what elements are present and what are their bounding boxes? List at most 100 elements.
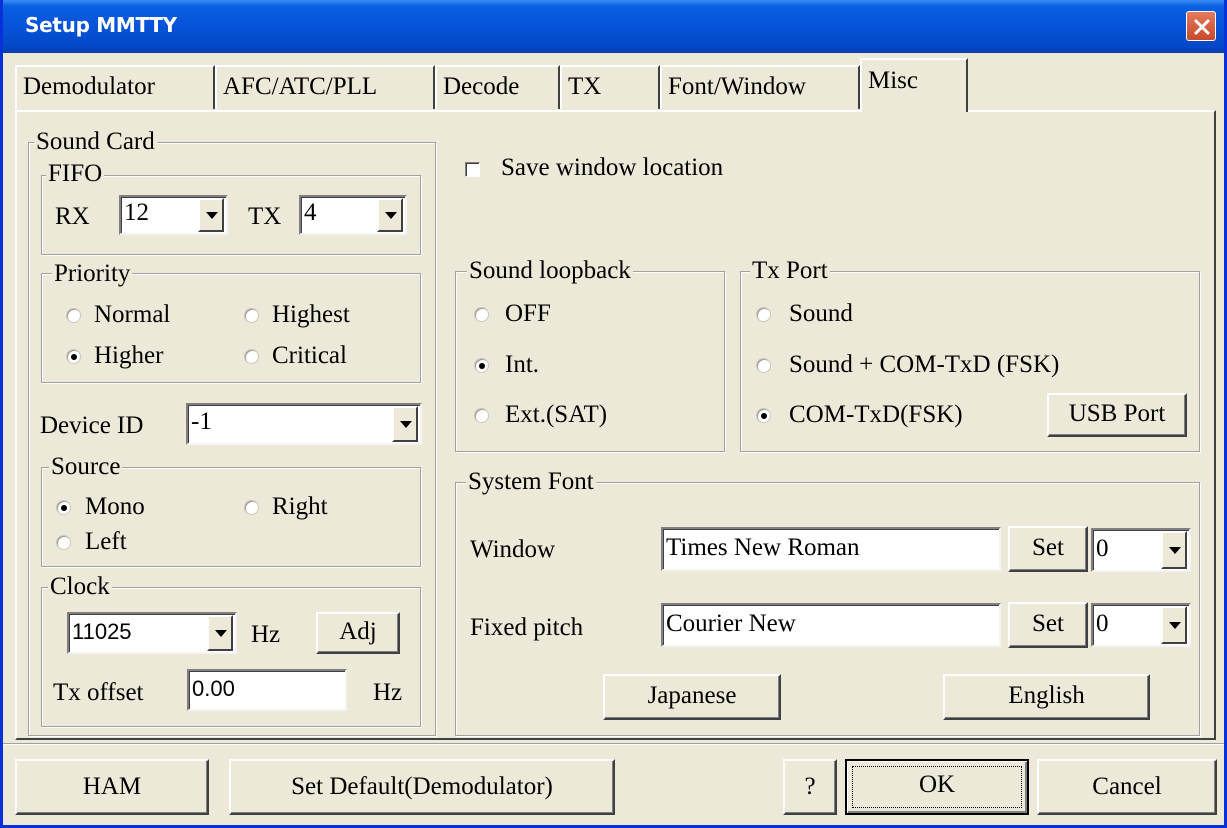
tx-fifo-select[interactable]: 4 <box>299 195 407 235</box>
source-left-radio[interactable] <box>56 535 71 550</box>
clock-title: Clock <box>48 573 112 600</box>
tx-port-sound-com-radio[interactable] <box>756 358 771 373</box>
sound-loopback-title: Sound loopback <box>467 257 633 284</box>
tab-afc-atc-pll[interactable]: AFC/ATC/PLL <box>215 65 435 109</box>
priority-highest-radio[interactable] <box>244 308 259 323</box>
close-button[interactable] <box>1186 11 1216 41</box>
clock-unit: Hz <box>251 621 281 648</box>
tx-port-sound-com-label[interactable]: Sound + COM-TxD (FSK) <box>789 351 1059 379</box>
tab-tx[interactable]: TX <box>560 65 660 109</box>
tx-port-sound-label[interactable]: Sound <box>789 300 853 328</box>
save-window-location-label[interactable]: Save window location <box>501 154 723 182</box>
set-label: Set <box>1032 610 1064 637</box>
loopback-off-label[interactable]: OFF <box>505 300 551 328</box>
tx-fifo-value: 4 <box>304 199 317 226</box>
chevron-down-icon[interactable] <box>392 406 418 442</box>
fixed-font-input[interactable]: Courier New <box>661 603 1001 647</box>
tab-demodulator[interactable]: Demodulator <box>15 65 215 109</box>
set-default-button[interactable]: Set Default(Demodulator) <box>229 759 615 815</box>
fifo-title: FIFO <box>46 160 105 187</box>
tab-label: AFC/ATC/PLL <box>223 73 378 100</box>
window-font-size-value: 0 <box>1096 535 1109 562</box>
fixed-font-size-value: 0 <box>1096 610 1109 637</box>
ham-label: HAM <box>82 773 142 800</box>
source-left-label[interactable]: Left <box>85 528 127 556</box>
tab-font-window[interactable]: Font/Window <box>660 65 860 109</box>
priority-critical-radio[interactable] <box>244 349 259 364</box>
tx-offset-label: Tx offset <box>53 679 144 706</box>
title-bar[interactable]: Setup MMTTY <box>3 0 1224 53</box>
clock-value: 11025 <box>72 619 132 644</box>
footer-separator <box>3 743 1224 745</box>
priority-critical-label[interactable]: Critical <box>272 342 347 370</box>
help-icon: ? <box>804 773 816 800</box>
setup-dialog: Setup MMTTY Demodulator AFC/ATC/PLL Deco… <box>0 0 1227 828</box>
rx-label: RX <box>55 203 90 230</box>
chevron-down-icon[interactable] <box>377 198 403 232</box>
window-font-value: Times New Roman <box>666 534 860 561</box>
rx-fifo-select[interactable]: 12 <box>119 195 228 235</box>
tx-offset-input[interactable]: 0.00 <box>187 669 347 711</box>
english-button[interactable]: English <box>943 674 1150 720</box>
source-right-radio[interactable] <box>244 500 259 515</box>
loopback-off-radio[interactable] <box>474 307 489 322</box>
loopback-int-radio[interactable] <box>474 358 489 373</box>
priority-normal-radio[interactable] <box>66 308 81 323</box>
chevron-down-icon[interactable] <box>207 615 233 651</box>
tab-misc[interactable]: Misc <box>860 58 968 112</box>
tx-port-com-radio[interactable] <box>756 408 771 423</box>
tx-offset-unit: Hz <box>373 679 403 706</box>
adj-label: Adj <box>339 618 377 645</box>
chevron-down-icon[interactable] <box>1161 531 1187 569</box>
tx-port-com-label[interactable]: COM-TxD(FSK) <box>789 401 963 429</box>
fixed-font-value: Courier New <box>666 610 796 637</box>
tab-label: Font/Window <box>668 73 806 100</box>
source-mono-label[interactable]: Mono <box>85 493 145 521</box>
fixed-pitch-label: Fixed pitch <box>470 614 584 641</box>
sound-card-title: Sound Card <box>34 128 157 155</box>
tx-label: TX <box>248 203 282 230</box>
window-font-label: Window <box>470 536 556 563</box>
tab-decode[interactable]: Decode <box>435 65 560 109</box>
window-font-input[interactable]: Times New Roman <box>661 527 1001 571</box>
priority-highest-label[interactable]: Highest <box>272 301 350 329</box>
chevron-down-icon[interactable] <box>1161 606 1187 644</box>
chevron-down-icon[interactable] <box>198 198 224 232</box>
ok-button[interactable]: OK <box>845 759 1029 815</box>
loopback-ext-label[interactable]: Ext.(SAT) <box>505 401 607 429</box>
tx-port-sound-radio[interactable] <box>756 307 771 322</box>
save-window-location-checkbox[interactable] <box>465 162 480 177</box>
cancel-label: Cancel <box>1092 773 1162 800</box>
system-font-title: System Font <box>466 468 596 495</box>
loopback-ext-radio[interactable] <box>474 408 489 423</box>
priority-title: Priority <box>52 260 133 287</box>
usb-port-label: USB Port <box>1068 400 1166 427</box>
priority-higher-label[interactable]: Higher <box>94 342 163 370</box>
clock-select[interactable]: 11025 <box>67 612 237 654</box>
help-button[interactable]: ? <box>783 759 837 815</box>
japanese-button[interactable]: Japanese <box>603 674 781 720</box>
source-right-label[interactable]: Right <box>272 493 328 521</box>
set-default-label: Set Default(Demodulator) <box>291 773 553 800</box>
cancel-button[interactable]: Cancel <box>1037 759 1217 815</box>
fixed-font-set-button[interactable]: Set <box>1008 602 1088 648</box>
loopback-int-label[interactable]: Int. <box>505 351 539 379</box>
fixed-font-size-select[interactable]: 0 <box>1091 603 1191 647</box>
tab-label: Misc <box>868 67 918 94</box>
adj-button[interactable]: Adj <box>316 612 400 654</box>
device-id-select[interactable]: -1 <box>186 403 422 445</box>
priority-normal-label[interactable]: Normal <box>94 301 170 329</box>
usb-port-button[interactable]: USB Port <box>1047 393 1187 437</box>
source-mono-radio[interactable] <box>56 500 71 515</box>
window-title: Setup MMTTY <box>25 13 177 37</box>
priority-higher-radio[interactable] <box>66 349 81 364</box>
japanese-label: Japanese <box>647 682 737 709</box>
tab-label: Decode <box>443 73 520 100</box>
tx-offset-value: 0.00 <box>192 676 235 701</box>
window-font-size-select[interactable]: 0 <box>1091 528 1191 572</box>
tab-label: Demodulator <box>23 73 155 100</box>
set-label: Set <box>1032 534 1064 561</box>
ham-button[interactable]: HAM <box>15 759 209 815</box>
tab-label: TX <box>568 73 602 100</box>
window-font-set-button[interactable]: Set <box>1008 526 1088 572</box>
